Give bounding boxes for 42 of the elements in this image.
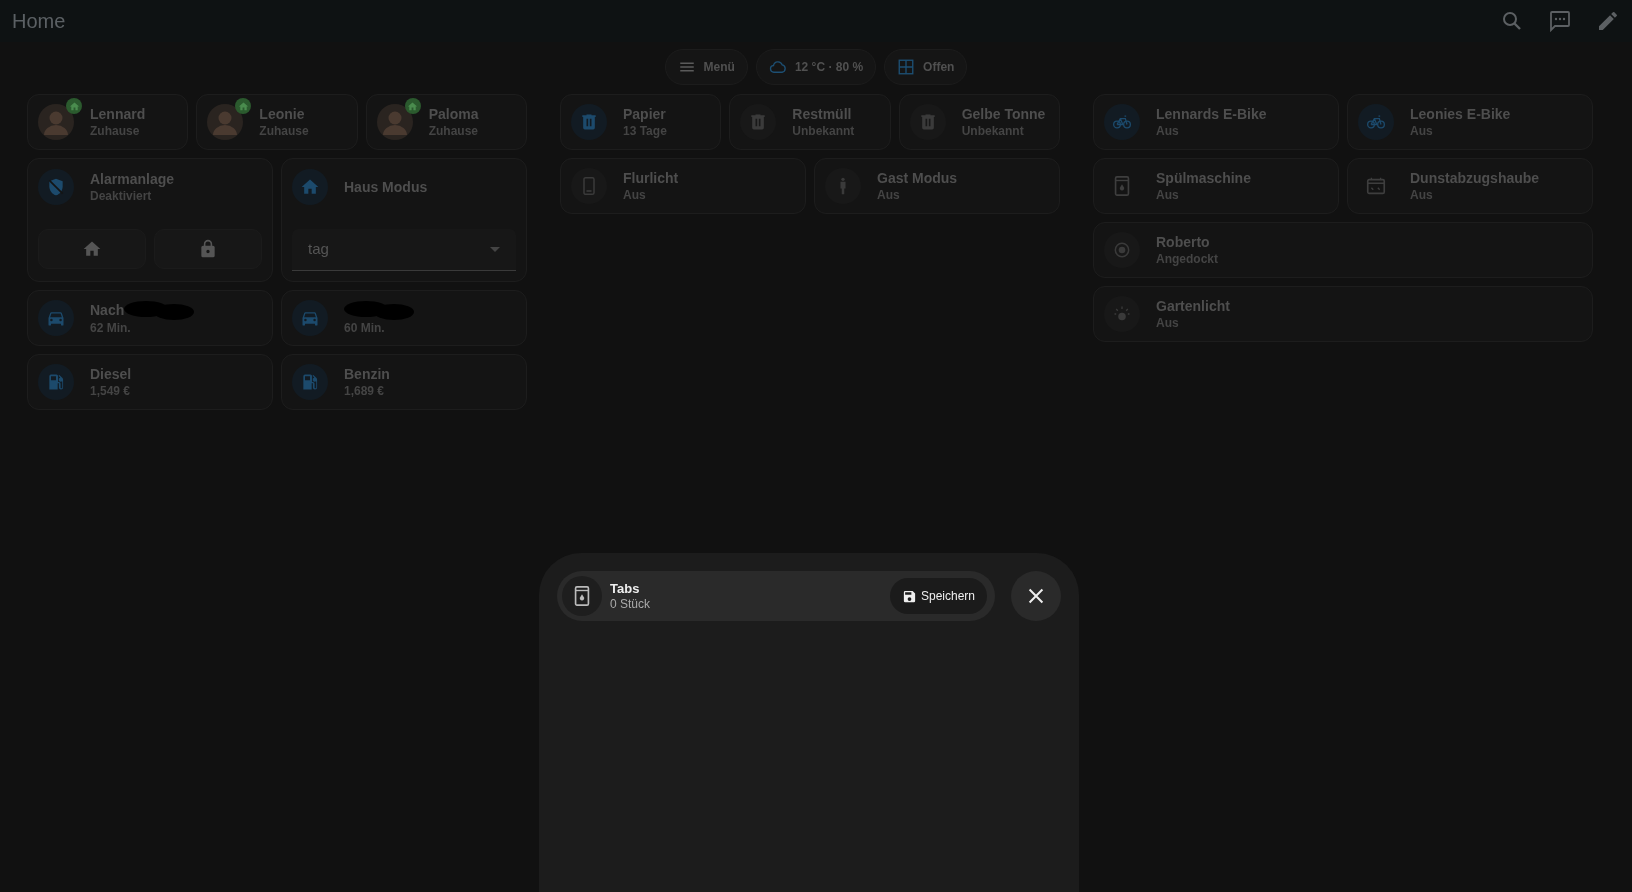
lock-icon <box>198 239 218 259</box>
card-title: Paloma <box>428 105 479 123</box>
card-title: Dunstabzugshaube <box>1410 169 1540 187</box>
avatar-icon <box>376 104 413 140</box>
dialog-subtitle: 0 Stück <box>610 597 651 612</box>
chip-button[interactable]: Offen <box>884 49 968 85</box>
card-title: Flurlicht <box>623 169 679 187</box>
entity-card[interactable]: Haus Modus tag <box>281 158 527 282</box>
edit-button[interactable] <box>1596 9 1620 33</box>
chip-button[interactable]: 12 °C · 80 % <box>755 49 877 85</box>
card-title: Gartenlicht <box>1156 297 1230 315</box>
save-icon <box>901 588 917 604</box>
close-button[interactable] <box>1011 571 1061 621</box>
card-title: Roberto <box>1156 233 1210 251</box>
card-title: Restmüll <box>792 105 852 123</box>
card-title: Alarmanlage <box>90 170 175 188</box>
card-title: Leonie <box>259 105 305 123</box>
lock-button[interactable] <box>154 229 262 269</box>
avatar-icon <box>207 104 244 140</box>
card-title: Lennards E-Bike <box>1156 105 1267 123</box>
window-icon <box>897 58 916 76</box>
card-title: Papier <box>623 105 666 123</box>
cloud-icon <box>768 58 787 76</box>
card-title: Diesel <box>90 365 132 383</box>
card-title: Spülmaschine <box>1156 169 1251 187</box>
avatar-icon <box>38 104 74 140</box>
card-title: Nach <box>90 301 125 319</box>
card-title: Benzin <box>344 365 390 383</box>
home-icon <box>82 239 102 259</box>
save-button[interactable]: Speichern <box>889 578 987 614</box>
card-title: Gast Modus <box>877 169 958 187</box>
home-mode-button[interactable] <box>38 229 146 269</box>
chat-button[interactable] <box>1548 9 1572 33</box>
card-title: Leonies E-Bike <box>1410 105 1511 123</box>
dishwasher-icon <box>562 576 602 616</box>
card-title: Lennard <box>90 105 146 123</box>
card-title: Gelbe Tonne <box>961 105 1046 123</box>
card-title: Haus Modus <box>344 178 428 196</box>
chip-button[interactable]: Menü <box>664 49 748 85</box>
page-title: Home <box>12 9 66 34</box>
dialog-title: Tabs <box>610 580 641 597</box>
caret-icon <box>490 247 500 252</box>
